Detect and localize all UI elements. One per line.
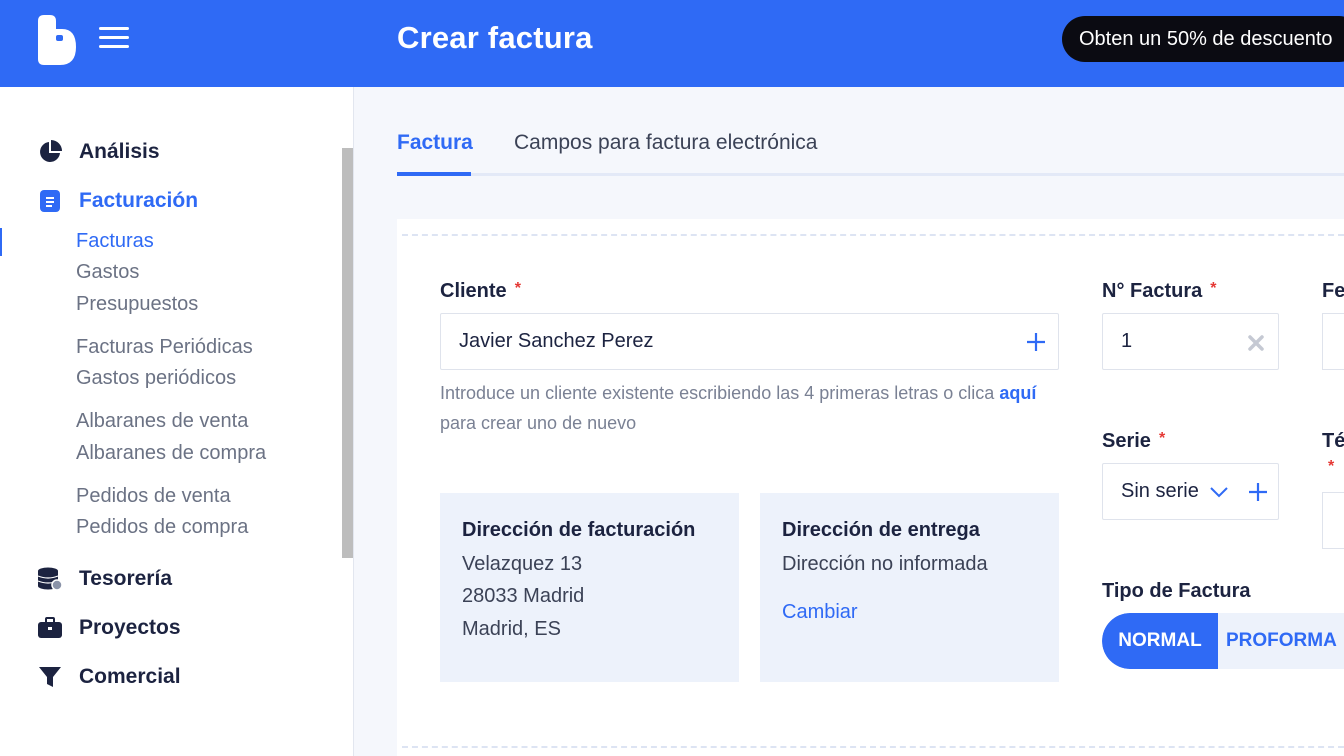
numero-factura-input[interactable]: 1 xyxy=(1102,313,1279,370)
sidebar-item-facturacion[interactable]: Facturación xyxy=(37,188,198,214)
required-marker: * xyxy=(1210,280,1217,297)
sidebar-item-proyectos[interactable]: Proyectos xyxy=(37,615,181,641)
required-marker: * xyxy=(1328,458,1335,475)
sidebar-item-label: Tesorería xyxy=(79,567,172,590)
sidebar-item-label: Facturación xyxy=(79,189,199,212)
brand-logo[interactable] xyxy=(38,15,76,65)
tipo-normal-option[interactable]: NORMAL xyxy=(1102,613,1218,669)
add-icon[interactable] xyxy=(1248,482,1268,502)
clear-icon[interactable] xyxy=(1248,335,1264,351)
billing-address-card: Dirección de facturación Velazquez 13 28… xyxy=(440,493,739,682)
sidebar-sub-gastos-periodicos[interactable]: Gastos periódicos xyxy=(76,367,236,390)
coins-icon xyxy=(37,566,63,592)
sidebar-scrollbar[interactable] xyxy=(342,148,353,558)
sidebar-sub-pedidos-venta[interactable]: Pedidos de venta xyxy=(76,485,231,508)
billing-address-line: 28033 Madrid xyxy=(462,585,585,607)
sidebar-sub-facturas-periodicas[interactable]: Facturas Periódicas xyxy=(76,336,253,359)
required-marker: * xyxy=(1158,430,1166,447)
serie-label: Serie * xyxy=(1102,430,1166,452)
page-title: Crear factura xyxy=(397,20,593,55)
tipo-factura-label: Tipo de Factura xyxy=(1102,580,1251,602)
sidebar-item-tesoreria[interactable]: Tesorería xyxy=(37,566,172,592)
pie-chart-icon xyxy=(37,139,63,165)
active-tab-indicator xyxy=(397,172,471,176)
delivery-address-card: Dirección de entrega Dirección no inform… xyxy=(760,493,1059,682)
sidebar-item-label: Comercial xyxy=(79,665,181,688)
delivery-address-line: Dirección no informada xyxy=(782,553,988,575)
tab-factura-electronica[interactable]: Campos para factura electrónica xyxy=(514,131,818,155)
create-client-link[interactable]: aquí xyxy=(999,383,1036,403)
briefcase-icon xyxy=(37,615,63,641)
numero-factura-label: N° Factura * xyxy=(1102,280,1217,302)
funnel-icon xyxy=(37,664,63,690)
sidebar-sub-facturas[interactable]: Facturas xyxy=(76,230,154,253)
required-marker: * xyxy=(514,280,521,297)
cliente-label: Cliente * xyxy=(440,280,521,302)
terminos-label: Té xyxy=(1322,430,1344,452)
billing-address-title: Dirección de facturación xyxy=(462,519,696,541)
change-address-link[interactable]: Cambiar xyxy=(782,601,858,624)
promo-button[interactable]: Obten un 50% de descuento xyxy=(1062,16,1344,62)
fecha-label: Fe xyxy=(1322,280,1344,302)
add-icon[interactable] xyxy=(1026,332,1046,352)
tab-divider xyxy=(397,173,1344,176)
sidebar-sub-presupuestos[interactable]: Presupuestos xyxy=(76,293,198,316)
billing-address-line: Madrid, ES xyxy=(462,618,561,640)
active-marker xyxy=(0,228,2,256)
invoice-icon xyxy=(37,188,63,214)
sidebar-item-label: Análisis xyxy=(79,140,160,163)
menu-icon[interactable] xyxy=(99,27,129,51)
cliente-help-text: Introduce un cliente existente escribien… xyxy=(440,383,1037,433)
sidebar-sub-pedidos-compra[interactable]: Pedidos de compra xyxy=(76,516,248,539)
tipo-proforma-option[interactable]: PROFORMA xyxy=(1226,613,1337,669)
sidebar-sub-gastos[interactable]: Gastos xyxy=(76,261,139,284)
fecha-input[interactable] xyxy=(1322,313,1344,370)
sidebar-sub-albaranes-compra[interactable]: Albaranes de compra xyxy=(76,442,266,465)
sidebar-item-label: Proyectos xyxy=(79,616,181,639)
tab-factura[interactable]: Factura xyxy=(397,131,473,155)
delivery-address-title: Dirección de entrega xyxy=(782,519,980,541)
chevron-down-icon[interactable] xyxy=(1210,486,1228,498)
top-bar: Crear factura Obten un 50% de descuento xyxy=(0,0,1344,87)
divider xyxy=(402,234,1344,236)
divider xyxy=(402,746,1344,748)
terminos-input[interactable] xyxy=(1322,492,1344,549)
serie-select[interactable]: Sin serie xyxy=(1102,463,1279,520)
sidebar-item-comercial[interactable]: Comercial xyxy=(37,664,181,690)
billing-address-line: Velazquez 13 xyxy=(462,553,583,575)
sidebar-sub-albaranes-venta[interactable]: Albaranes de venta xyxy=(76,410,248,433)
cliente-input[interactable]: Javier Sanchez Perez xyxy=(440,313,1059,370)
tipo-factura-toggle: NORMAL PROFORMA xyxy=(1102,613,1344,669)
sidebar-item-analisis[interactable]: Análisis xyxy=(37,139,160,165)
